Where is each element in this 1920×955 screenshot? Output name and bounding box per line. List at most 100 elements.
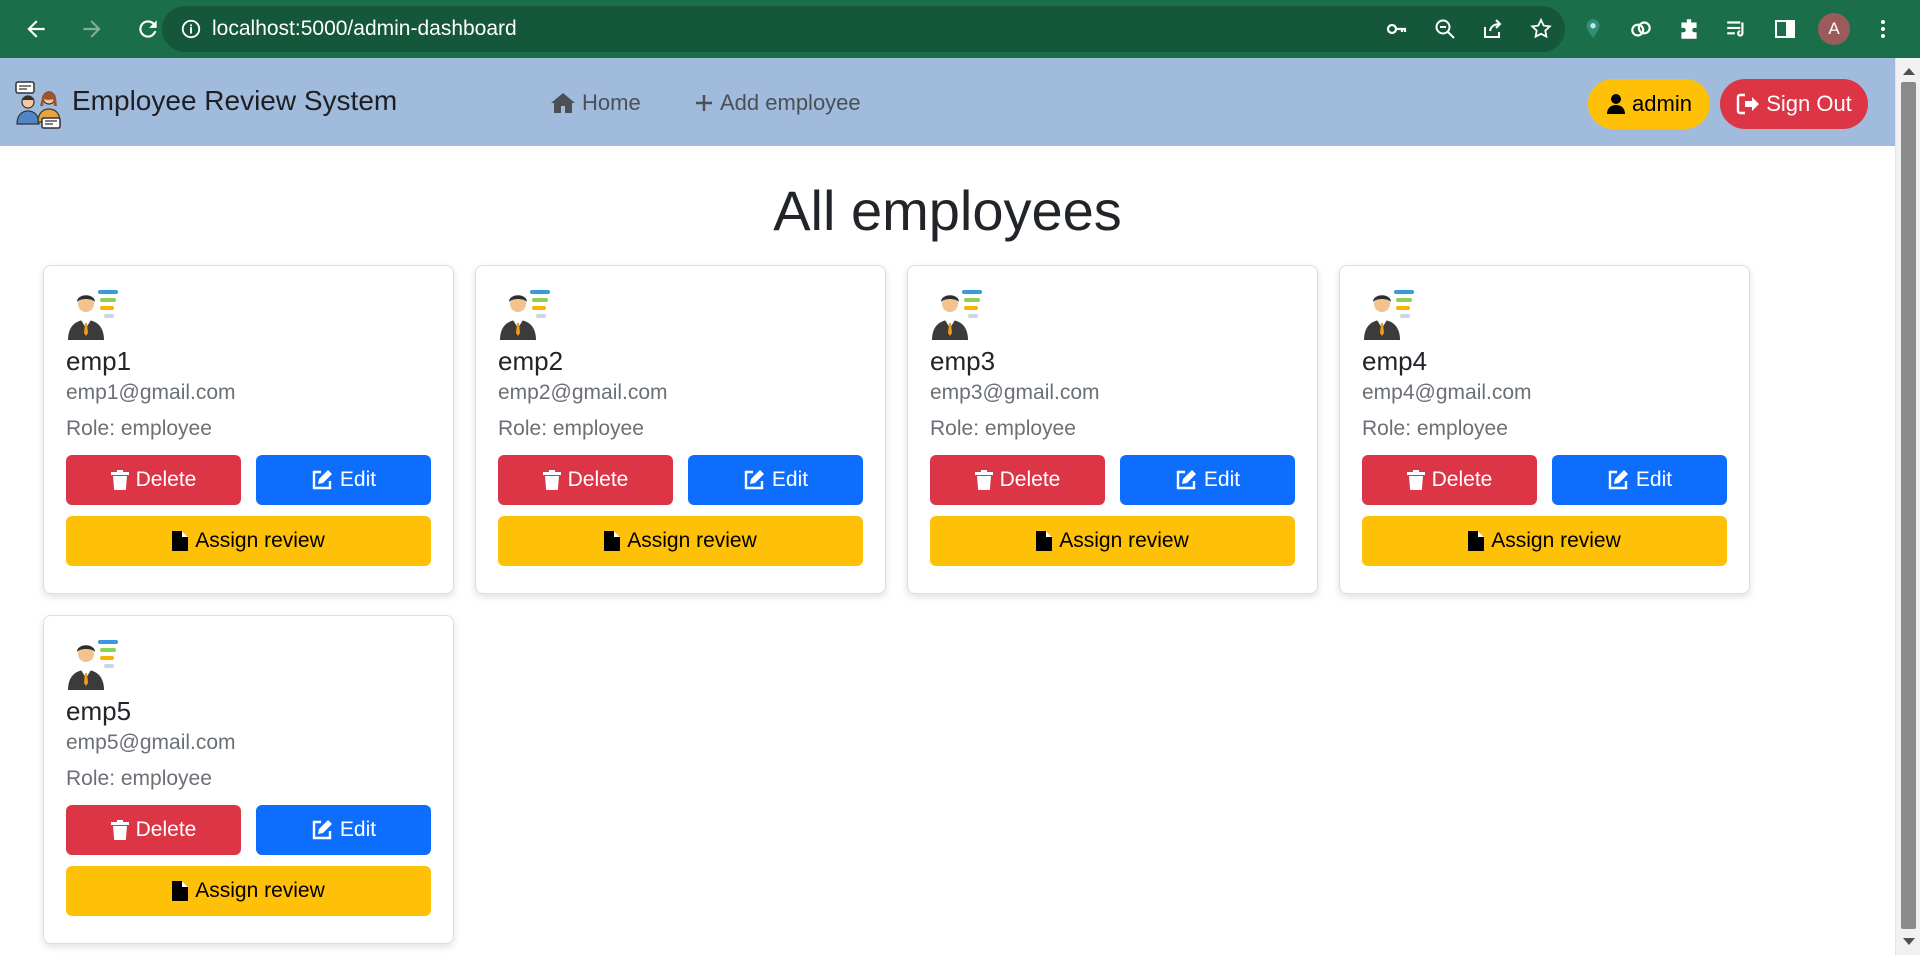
employee-card: emp4 emp4@gmail.com Role: employee Delet… [1339, 265, 1750, 594]
delete-button[interactable]: Delete [66, 805, 241, 855]
file-icon [1468, 531, 1485, 551]
delete-button[interactable]: Delete [498, 455, 673, 505]
employee-card: emp2 emp2@gmail.com Role: employee Delet… [475, 265, 886, 594]
employee-email: emp4@gmail.com [1362, 381, 1532, 404]
employee-name: emp5 [66, 696, 132, 726]
assign-review-button[interactable]: Assign review [498, 516, 863, 566]
assign-review-button[interactable]: Assign review [930, 516, 1295, 566]
key-icon[interactable] [1383, 15, 1411, 43]
share-icon[interactable] [1479, 15, 1507, 43]
employee-role: Role: employee [1362, 417, 1508, 440]
employee-email: emp1@gmail.com [66, 381, 236, 404]
url-text[interactable]: localhost:5000/admin-dashboard [212, 17, 517, 41]
page-title: All employees [773, 179, 1122, 242]
scroll-up-arrow-icon[interactable] [1903, 68, 1915, 75]
zoom-out-icon[interactable] [1431, 15, 1459, 43]
sign-out-button[interactable]: Sign Out [1720, 79, 1868, 129]
delete-button[interactable]: Delete [1362, 455, 1537, 505]
edit-icon [312, 820, 332, 840]
file-icon [172, 881, 189, 901]
edit-label: Edit [1203, 468, 1241, 491]
delete-button[interactable]: Delete [66, 455, 241, 505]
employee-avatar-icon [500, 290, 550, 340]
delete-label: Delete [567, 468, 629, 491]
back-arrow-icon[interactable] [12, 5, 60, 53]
file-icon [604, 531, 621, 551]
employee-card: emp1 emp1@gmail.com Role: employee Delet… [43, 265, 454, 594]
edit-button[interactable]: Edit [688, 455, 863, 505]
employee-avatar-icon [68, 640, 118, 690]
employee-role: Role: employee [498, 417, 644, 440]
side-panel-icon[interactable] [1770, 14, 1800, 44]
nav-add-employee-link[interactable]: Add employee [694, 90, 861, 116]
employee-name: emp3 [930, 346, 996, 376]
edit-button[interactable]: Edit [256, 805, 431, 855]
menu-dots-icon[interactable] [1868, 14, 1898, 44]
edit-button[interactable]: Edit [256, 455, 431, 505]
home-icon [551, 93, 575, 113]
trash-icon [974, 470, 993, 490]
delete-button[interactable]: Delete [930, 455, 1105, 505]
delete-label: Delete [135, 818, 197, 841]
assign-review-label: Assign review [1491, 529, 1621, 552]
file-icon [172, 531, 189, 551]
address-bar[interactable]: localhost:5000/admin-dashboard [162, 6, 1565, 52]
employee-card: emp3 emp3@gmail.com Role: employee Delet… [907, 265, 1318, 594]
employee-name: emp2 [498, 346, 564, 376]
scrollbar[interactable] [1895, 58, 1920, 955]
user-icon [1607, 94, 1626, 114]
employee-role: Role: employee [930, 417, 1076, 440]
trash-icon [110, 470, 129, 490]
puzzle-icon[interactable] [1674, 14, 1704, 44]
employee-email: emp2@gmail.com [498, 381, 668, 404]
scroll-thumb[interactable] [1901, 82, 1916, 929]
employee-avatar-icon [1364, 290, 1414, 340]
plus-icon [696, 95, 712, 111]
nav-home-link[interactable]: Home [550, 90, 641, 116]
sign-out-icon [1736, 93, 1760, 115]
file-icon [1036, 531, 1053, 551]
employee-name: emp4 [1362, 346, 1428, 376]
edit-label: Edit [771, 468, 809, 491]
assign-review-button[interactable]: Assign review [1362, 516, 1727, 566]
edit-button[interactable]: Edit [1552, 455, 1727, 505]
assign-review-button[interactable]: Assign review [66, 516, 431, 566]
app-navbar: Employee Review System Home Add employee… [0, 58, 1895, 146]
forward-arrow-icon[interactable] [68, 5, 116, 53]
employee-name: emp1 [66, 346, 132, 376]
info-icon[interactable] [178, 16, 204, 42]
sign-out-label: Sign Out [1766, 91, 1852, 116]
employee-role: Role: employee [66, 417, 212, 440]
assign-review-label: Assign review [195, 879, 325, 902]
scroll-down-arrow-icon[interactable] [1903, 938, 1915, 945]
employee-email: emp3@gmail.com [930, 381, 1100, 404]
trash-icon [1406, 470, 1425, 490]
profile-avatar[interactable]: A [1818, 13, 1850, 45]
nav-add-employee-label: Add employee [720, 90, 861, 115]
edit-label: Edit [1635, 468, 1673, 491]
delete-label: Delete [1431, 468, 1493, 491]
reading-list-icon[interactable] [1722, 14, 1752, 44]
assign-review-label: Assign review [627, 529, 757, 552]
assign-review-label: Assign review [195, 529, 325, 552]
cloud-extension-icon[interactable] [1626, 14, 1656, 44]
assign-review-label: Assign review [1059, 529, 1189, 552]
edit-label: Edit [339, 818, 377, 841]
edit-icon [1608, 470, 1628, 490]
star-icon[interactable] [1527, 15, 1555, 43]
edit-icon [312, 470, 332, 490]
admin-user-label: admin [1632, 91, 1692, 116]
delete-label: Delete [135, 468, 197, 491]
assign-review-button[interactable]: Assign review [66, 866, 431, 916]
edit-icon [744, 470, 764, 490]
employee-card: emp5 emp5@gmail.com Role: employee Delet… [43, 615, 454, 944]
trash-icon [110, 820, 129, 840]
edit-icon [1176, 470, 1196, 490]
brand[interactable]: Employee Review System [14, 80, 397, 130]
edit-button[interactable]: Edit [1120, 455, 1295, 505]
employee-role: Role: employee [66, 767, 212, 790]
extension-icon[interactable] [1578, 14, 1608, 44]
employee-avatar-icon [68, 290, 118, 340]
admin-user-button[interactable]: admin [1588, 79, 1710, 129]
brand-name[interactable]: Employee Review System [72, 85, 397, 117]
